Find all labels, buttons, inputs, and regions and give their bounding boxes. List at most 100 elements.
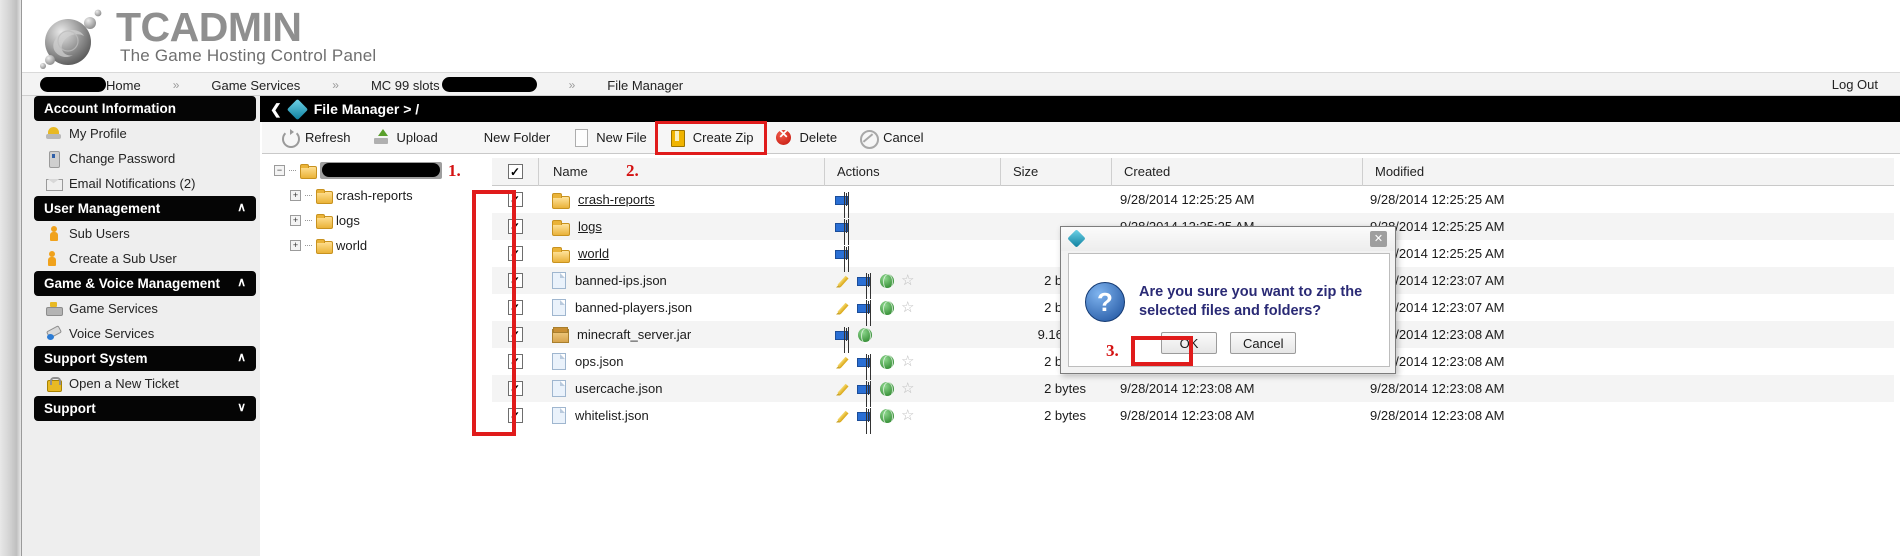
download-icon[interactable] [879,381,895,398]
row-name-cell[interactable]: minecraft_server.jar [538,327,823,343]
favorite-icon[interactable]: ☆ [901,381,917,397]
sidebar-item-voice-services[interactable]: Voice Services [34,321,260,346]
download-icon[interactable] [879,354,895,371]
rename-icon[interactable] [835,192,851,208]
create-zip-button[interactable]: Create Zip [654,120,768,155]
select-all-checkbox[interactable]: ✓ [507,164,523,179]
favorite-icon[interactable]: ☆ [901,408,917,424]
column-header-name[interactable]: Name [539,164,824,179]
chevron-left-icon[interactable]: ❮ [260,101,290,118]
tree-collapse-toggle[interactable]: − [274,165,285,176]
favorite-icon[interactable]: ☆ [901,354,917,370]
download-icon[interactable] [879,273,895,290]
sidebar-item-my-profile[interactable]: My Profile [34,121,260,146]
select-all-cell[interactable]: ✓ [492,164,538,179]
brand-logo[interactable]: TCADMIN The Game Hosting Control Panel [30,2,450,70]
table-row[interactable]: ✓ whitelist.json ☆ 2 bytes 9/28/2014 12:… [492,402,1894,429]
file-name-label[interactable]: banned-ips.json [575,273,667,288]
column-header-actions[interactable]: Actions [825,164,1000,179]
edit-icon[interactable] [835,381,851,397]
sidebar-item-label: Sub Users [69,226,130,241]
sidebar-section-support-system[interactable]: Support System ∧ [34,346,256,371]
column-header-size[interactable]: Size [1001,164,1111,179]
tree-node-crash-reports[interactable]: + crash-reports [268,183,478,208]
new-file-button[interactable]: New File [561,124,658,152]
tree-node-label: crash-reports [336,188,413,203]
jar-file-icon [552,327,569,343]
sidebar-section-user-management[interactable]: User Management ∧ [34,196,256,221]
column-header-modified[interactable]: Modified [1363,164,1613,179]
tree-node-logs[interactable]: + logs [268,208,478,233]
favorite-icon[interactable]: ☆ [901,273,917,289]
file-name-label[interactable]: usercache.json [575,381,662,396]
tree-connector [305,195,312,196]
toolbar-label: Create Zip [692,130,754,145]
tree-expand-toggle[interactable]: + [290,190,301,201]
row-actions-cell [823,219,998,235]
sidebar-section-game-voice-management[interactable]: Game & Voice Management ∧ [34,271,256,296]
rename-icon[interactable] [857,273,873,289]
column-header-created[interactable]: Created [1112,164,1362,179]
sidebar-item-game-services[interactable]: Game Services [34,296,260,321]
row-name-cell[interactable]: whitelist.json [538,407,823,424]
rename-icon[interactable] [835,219,851,235]
new-folder-button[interactable]: New Folder [449,124,561,152]
edit-icon[interactable] [835,300,851,316]
sidebar-item-open-a-new-ticket[interactable]: Open a New Ticket [34,371,260,396]
rename-icon[interactable] [857,300,873,316]
tree-expand-toggle[interactable]: + [290,215,301,226]
download-icon[interactable] [857,327,873,344]
rename-icon[interactable] [857,381,873,397]
file-name-label[interactable]: whitelist.json [575,408,649,423]
tree-node-root[interactable]: − [268,158,478,183]
sidebar-section-account-information[interactable]: Account Information [34,96,256,121]
file-name-link[interactable]: logs [578,219,602,234]
edit-icon[interactable] [835,408,851,424]
tree-node-world[interactable]: + world [268,233,478,258]
upload-button[interactable]: Upload [362,124,449,152]
row-name-cell[interactable]: ops.json [538,353,823,370]
sidebar: Account Information My Profile Change Pa… [22,96,260,556]
file-name-label[interactable]: ops.json [575,354,623,369]
sidebar-item-change-password[interactable]: Change Password [34,146,260,171]
tcadmin-file-manager-page: TCADMIN The Game Hosting Control Panel H… [0,0,1900,556]
tree-expand-toggle[interactable]: + [290,240,301,251]
breadcrumb-item-file-manager[interactable]: File Manager [603,78,687,93]
row-name-cell[interactable]: banned-ips.json [538,272,823,289]
file-name-label[interactable]: minecraft_server.jar [577,327,691,342]
table-row[interactable]: ✓ crash-reports 9/28/2014 12:25:25 AM 9/… [492,186,1894,213]
file-name-label[interactable]: banned-players.json [575,300,692,315]
logout-link[interactable]: Log Out [1832,77,1878,92]
breadcrumb-item-game-services[interactable]: Game Services [207,78,304,93]
refresh-button[interactable]: Refresh [270,124,362,152]
row-name-cell[interactable]: banned-players.json [538,299,823,316]
breadcrumb-item-service[interactable]: MC 99 slots [367,77,541,93]
row-name-cell[interactable]: logs [538,219,823,236]
edit-icon[interactable] [835,273,851,289]
file-name-link[interactable]: world [578,246,609,261]
rename-icon[interactable] [857,408,873,424]
download-icon[interactable] [879,408,895,425]
row-name-cell[interactable]: crash-reports [538,192,823,209]
favorite-icon[interactable]: ☆ [901,300,917,316]
download-icon[interactable] [879,300,895,317]
row-actions-cell: ☆ [823,408,998,425]
rename-icon[interactable] [835,327,851,343]
rename-icon[interactable] [835,246,851,262]
file-name-link[interactable]: crash-reports [578,192,655,207]
sidebar-item-create-a-sub-user[interactable]: Create a Sub User [34,246,260,271]
dialog-cancel-button[interactable]: Cancel [1230,332,1297,354]
edit-icon[interactable] [835,354,851,370]
rename-icon[interactable] [857,354,873,370]
cancel-button[interactable]: Cancel [848,124,934,152]
row-name-cell[interactable]: world [538,246,823,263]
sidebar-item-sub-users[interactable]: Sub Users [34,221,260,246]
sidebar-section-support[interactable]: Support ∨ [34,396,256,421]
cancel-icon [859,129,880,149]
row-name-cell[interactable]: usercache.json [538,380,823,397]
sidebar-item-email-notifications[interactable]: Email Notifications (2) [34,171,260,196]
table-row[interactable]: ✓ usercache.json ☆ 2 bytes 9/28/2014 12:… [492,375,1894,402]
delete-button[interactable]: Delete [764,124,848,152]
breadcrumb-item-home[interactable]: Home [36,77,145,93]
close-icon[interactable]: ✕ [1370,231,1387,247]
